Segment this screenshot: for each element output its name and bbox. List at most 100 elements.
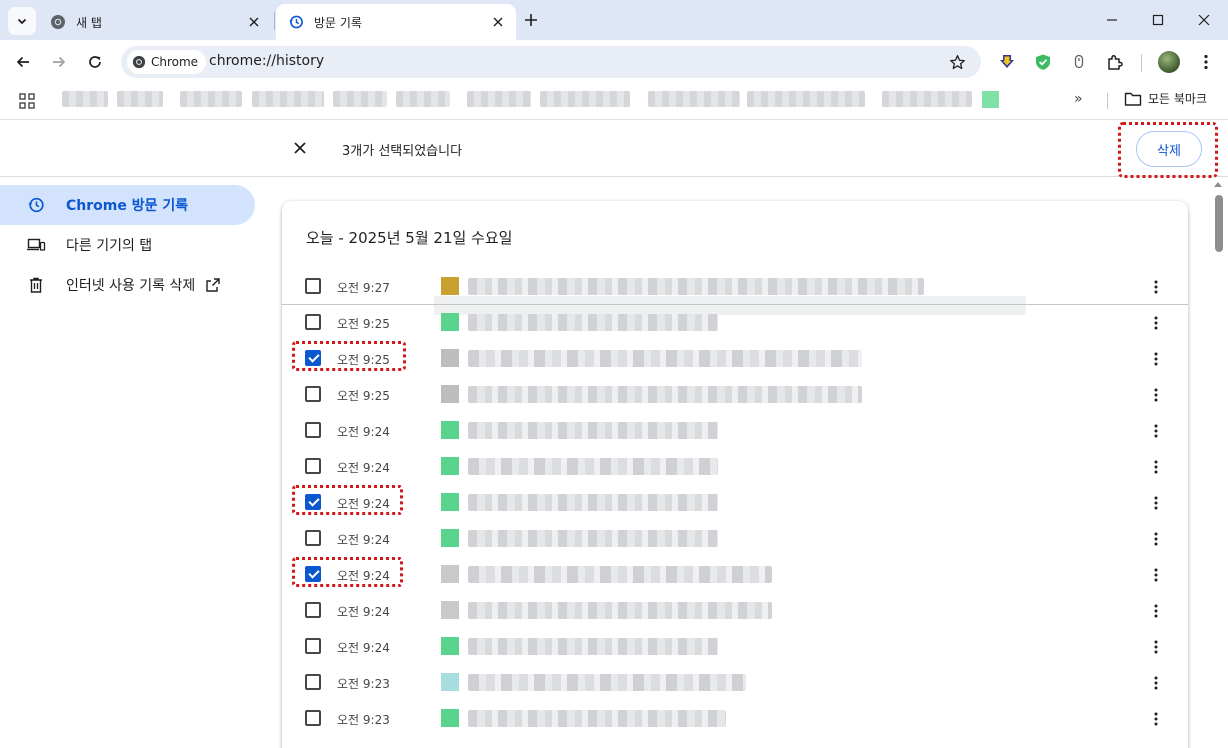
bookmark-item[interactable] [747, 91, 865, 107]
row-title-link[interactable] [468, 710, 726, 727]
bookmark-item[interactable] [540, 91, 630, 107]
row-more-actions-button[interactable] [1146, 527, 1166, 551]
extension-download-icon[interactable] [995, 50, 1019, 74]
tab-history[interactable]: 방문 기록 [276, 4, 516, 40]
forward-button[interactable] [45, 48, 73, 76]
row-more-actions-button[interactable] [1146, 383, 1166, 407]
bookmark-item[interactable] [467, 91, 531, 107]
history-row[interactable]: 오전 9:24 [282, 413, 1188, 449]
new-tab-button[interactable] [520, 9, 542, 31]
chip-label: Chrome [151, 55, 199, 69]
scroll-up-arrow-icon[interactable] [1214, 182, 1222, 187]
apps-grid-icon[interactable] [18, 92, 36, 110]
row-more-actions-button[interactable] [1146, 599, 1166, 623]
bookmark-item[interactable] [62, 91, 108, 107]
row-checkbox[interactable] [305, 314, 321, 330]
extension-mouse-icon[interactable] [1067, 50, 1091, 74]
history-row[interactable]: 오전 9:24 [282, 521, 1188, 557]
all-bookmarks-button[interactable]: 모든 북마크 [1124, 90, 1207, 107]
extensions-puzzle-icon[interactable] [1103, 50, 1127, 74]
kebab-menu-icon [1154, 604, 1158, 618]
history-row[interactable]: 오전 9:24 [282, 557, 1188, 593]
row-more-actions-button[interactable] [1146, 455, 1166, 479]
history-row[interactable]: 오전 9:24 [282, 629, 1188, 665]
history-row[interactable]: 오전 9:23 [282, 701, 1188, 737]
minimize-button[interactable] [1096, 6, 1128, 34]
row-title-link[interactable] [468, 674, 746, 691]
row-time: 오전 9:23 [337, 677, 390, 691]
history-row[interactable]: 오전 9:27 [282, 269, 1188, 305]
row-title-link[interactable] [468, 530, 718, 547]
history-row[interactable]: 오전 9:25 [282, 341, 1188, 377]
row-title-link[interactable] [468, 278, 924, 295]
bookmark-item[interactable] [252, 91, 324, 107]
bookmark-item[interactable] [882, 91, 972, 107]
maximize-button[interactable] [1142, 6, 1174, 34]
row-title-link[interactable] [468, 566, 772, 583]
row-time: 오전 9:24 [337, 425, 390, 439]
sidebar-item-clear-browsing-data[interactable]: 인터넷 사용 기록 삭제 [0, 265, 255, 305]
bookmark-star-button[interactable] [947, 52, 967, 72]
row-title-link[interactable] [468, 638, 718, 655]
back-button[interactable] [9, 48, 37, 76]
scrollbar-track[interactable] [1212, 178, 1228, 748]
scrollbar-thumb[interactable] [1215, 195, 1223, 252]
row-checkbox[interactable] [305, 422, 321, 438]
history-row[interactable]: 오전 9:24 [282, 449, 1188, 485]
row-more-actions-button[interactable] [1146, 563, 1166, 587]
row-checkbox[interactable] [305, 710, 321, 726]
row-title-link[interactable] [468, 602, 772, 619]
bookmarks-overflow-button[interactable]: » [1074, 91, 1083, 107]
row-more-actions-button[interactable] [1146, 275, 1166, 299]
row-more-actions-button[interactable] [1146, 311, 1166, 335]
window-close-button[interactable] [1188, 6, 1220, 34]
row-checkbox[interactable] [305, 638, 321, 654]
tab-new-tab[interactable]: 새 탭 [38, 4, 272, 40]
url-text[interactable]: chrome://history [209, 53, 324, 69]
row-checkbox[interactable] [305, 458, 321, 474]
row-more-actions-button[interactable] [1146, 491, 1166, 515]
row-checkbox[interactable] [305, 278, 321, 294]
plus-icon [525, 14, 537, 26]
row-title-link[interactable] [468, 494, 718, 511]
site-favicon [441, 313, 459, 331]
row-title-link[interactable] [468, 386, 862, 403]
row-checkbox[interactable] [305, 674, 321, 690]
row-checkbox[interactable] [305, 386, 321, 402]
tab-search-button[interactable] [8, 7, 36, 35]
history-row[interactable]: 오전 9:25 [282, 377, 1188, 413]
row-checkbox[interactable] [305, 530, 321, 546]
bookmark-favicon[interactable] [982, 91, 999, 108]
history-row[interactable]: 오전 9:23 [282, 665, 1188, 701]
row-more-actions-button[interactable] [1146, 635, 1166, 659]
kebab-menu-icon [1154, 280, 1158, 294]
close-icon[interactable] [488, 12, 508, 32]
clear-selection-button[interactable] [288, 136, 312, 160]
history-row[interactable]: 오전 9:24 [282, 485, 1188, 521]
profile-avatar[interactable] [1158, 51, 1180, 73]
row-more-actions-button[interactable] [1146, 419, 1166, 443]
close-icon[interactable] [244, 12, 264, 32]
sidebar-item-other-devices[interactable]: 다른 기기의 탭 [0, 225, 255, 265]
row-checkbox[interactable] [305, 602, 321, 618]
bookmark-item[interactable] [333, 91, 387, 107]
row-title-link[interactable] [468, 314, 718, 331]
row-title-link[interactable] [468, 350, 862, 367]
kebab-menu-icon[interactable] [1194, 50, 1218, 74]
row-more-actions-button[interactable] [1146, 671, 1166, 695]
bookmark-item[interactable] [180, 91, 242, 107]
extension-shield-icon[interactable] [1031, 50, 1055, 74]
row-more-actions-button[interactable] [1146, 707, 1166, 731]
sidebar-item-history[interactable]: Chrome 방문 기록 [0, 185, 255, 225]
address-bar[interactable]: Chrome chrome://history [121, 46, 981, 78]
row-title-link[interactable] [468, 458, 718, 475]
row-title-link[interactable] [468, 422, 718, 439]
bookmark-item[interactable] [648, 91, 740, 107]
bookmark-item[interactable] [117, 91, 163, 107]
site-favicon [441, 457, 459, 475]
history-row[interactable]: 오전 9:24 [282, 593, 1188, 629]
row-more-actions-button[interactable] [1146, 347, 1166, 371]
bookmark-item[interactable] [396, 91, 450, 107]
reload-button[interactable] [81, 48, 109, 76]
history-row[interactable]: 오전 9:25 [282, 305, 1188, 341]
